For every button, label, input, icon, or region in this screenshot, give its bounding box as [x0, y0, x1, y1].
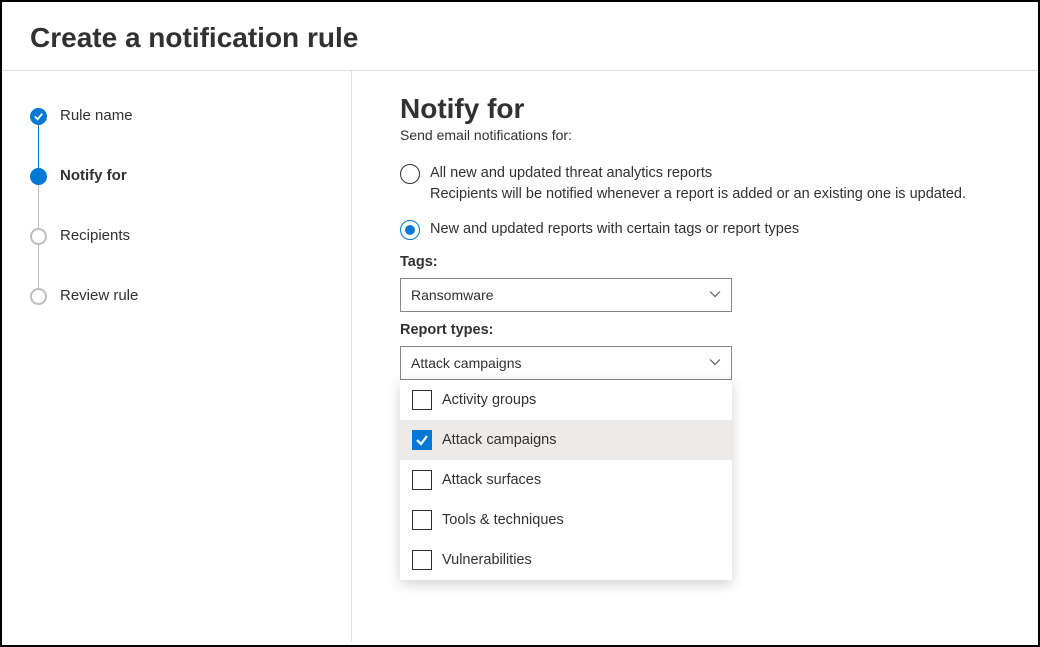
wizard-steps-sidebar: Rule name Notify for Recipients Review rule: [2, 71, 352, 642]
checkbox-icon: [412, 550, 432, 570]
page-title: Create a notification rule: [30, 22, 1010, 54]
wizard-step-rule-name[interactable]: Rule name: [30, 107, 339, 167]
checkbox-icon: [412, 430, 432, 450]
notify-scope-radio-0[interactable]: All new and updated threat analytics rep…: [400, 163, 1008, 205]
radio-icon: [400, 164, 420, 184]
option-label: Attack campaigns: [442, 432, 556, 448]
wizard-step-review-rule[interactable]: Review rule: [30, 287, 339, 305]
option-label: Vulnerabilities: [442, 552, 532, 568]
wizard-step-notify-for[interactable]: Notify for: [30, 167, 339, 227]
chevron-down-icon: [709, 287, 721, 303]
step-label: Notify for: [60, 167, 127, 184]
step-label: Review rule: [60, 287, 138, 304]
report-types-select-value: Attack campaigns: [411, 355, 522, 371]
section-title: Notify for: [400, 93, 1008, 125]
checkbox-icon: [412, 390, 432, 410]
tags-field-label: Tags:: [400, 254, 1008, 270]
step-indicator-icon: [30, 168, 47, 185]
wizard-step-recipients[interactable]: Recipients: [30, 227, 339, 287]
report-type-option-attack-surfaces[interactable]: Attack surfaces: [400, 460, 732, 500]
section-subtitle: Send email notifications for:: [400, 127, 1008, 143]
radio-label: All new and updated threat analytics rep…: [430, 163, 966, 184]
option-label: Tools & techniques: [442, 512, 564, 528]
page-header: Create a notification rule: [2, 2, 1038, 70]
tags-select-value: Ransomware: [411, 287, 493, 303]
step-label: Rule name: [60, 107, 133, 124]
option-label: Activity groups: [442, 392, 536, 408]
radio-description: Recipients will be notified whenever a r…: [430, 184, 966, 205]
radio-label: New and updated reports with certain tag…: [430, 219, 799, 240]
tags-select[interactable]: Ransomware: [400, 278, 732, 312]
step-indicator-icon: [30, 108, 47, 125]
chevron-down-icon: [709, 355, 721, 371]
step-label: Recipients: [60, 227, 130, 244]
step-indicator-icon: [30, 228, 47, 245]
report-type-option-attack-campaigns[interactable]: Attack campaigns: [400, 420, 732, 460]
report-types-dropdown: Activity groups Attack campaigns Attack su…: [400, 380, 732, 580]
notify-scope-radio-1[interactable]: New and updated reports with certain tag…: [400, 219, 1008, 240]
main-content: Notify for Send email notifications for:…: [352, 71, 1038, 642]
report-types-field-label: Report types:: [400, 322, 1008, 338]
radio-icon: [400, 220, 420, 240]
checkbox-icon: [412, 510, 432, 530]
report-type-option-vulnerabilities[interactable]: Vulnerabilities: [400, 540, 732, 580]
report-type-option-tools-techniques[interactable]: Tools & techniques: [400, 500, 732, 540]
report-types-select[interactable]: Attack campaigns: [400, 346, 732, 380]
checkbox-icon: [412, 470, 432, 490]
option-label: Attack surfaces: [442, 472, 541, 488]
report-type-option-activity-groups[interactable]: Activity groups: [400, 380, 732, 420]
step-indicator-icon: [30, 288, 47, 305]
